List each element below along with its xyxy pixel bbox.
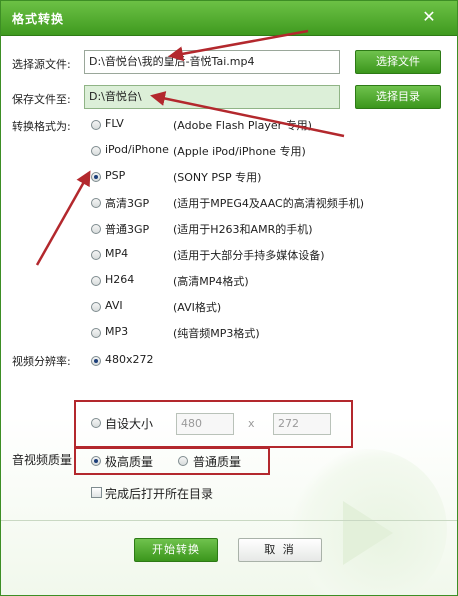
quality-high-label: 极高质量 — [105, 455, 154, 469]
format-name: FLV — [105, 117, 124, 130]
format-name: AVI — [105, 299, 123, 312]
footer-divider — [1, 520, 457, 521]
open-folder-label: 完成后打开所在目录 — [105, 487, 214, 501]
radio-quality-high[interactable] — [91, 456, 101, 466]
custom-size-label: 自设大小 — [105, 417, 154, 431]
choose-folder-button[interactable]: 选择目录 — [355, 85, 441, 109]
radio-psp[interactable] — [91, 172, 101, 182]
start-convert-button[interactable]: 开始转换 — [134, 538, 218, 562]
format-name: MP3 — [105, 325, 129, 338]
open-folder-checkbox[interactable] — [91, 487, 102, 498]
radio-ipod-iphone[interactable] — [91, 146, 101, 156]
radio-custom-size[interactable] — [91, 418, 101, 428]
format-desc: (AVI格式) — [173, 301, 222, 314]
format-name: 高清3GP — [105, 197, 150, 210]
format-desc: (适用于MPEG4及AAC的高清视频手机) — [173, 197, 365, 210]
save-path-input[interactable]: D:\音悦台\ — [84, 85, 340, 109]
format-desc: (SONY PSP 专用) — [173, 171, 262, 184]
watermark-play-icon — [343, 501, 393, 565]
radio-h264[interactable] — [91, 276, 101, 286]
quality-normal-label: 普通质量 — [193, 455, 242, 469]
radio-normal-3gp[interactable] — [91, 224, 101, 234]
radio-avi[interactable] — [91, 302, 101, 312]
resolution-preset-label: 480x272 — [105, 353, 154, 366]
choose-file-button[interactable]: 选择文件 — [355, 50, 441, 74]
source-file-label: 选择源文件: — [12, 58, 71, 71]
format-desc: (Adobe Flash Player 专用) — [173, 119, 312, 132]
format-name: 普通3GP — [105, 223, 150, 236]
radio-hd-3gp[interactable] — [91, 198, 101, 208]
custom-width-input[interactable]: 480 — [176, 413, 234, 435]
size-separator: x — [248, 417, 255, 430]
arrow-to-psp-option — [35, 170, 91, 266]
custom-height-input[interactable]: 272 — [273, 413, 331, 435]
radio-mp3[interactable] — [91, 328, 101, 338]
radio-resolution-preset[interactable] — [91, 356, 101, 366]
format-name: H264 — [105, 273, 135, 286]
format-desc: (适用于H263和AMR的手机) — [173, 223, 313, 236]
format-name: iPod/iPhone — [105, 143, 169, 156]
format-desc: (高清MP4格式) — [173, 275, 249, 288]
source-file-input[interactable]: D:\音悦台\我的皇后-音悦Tai.mp4 — [84, 50, 340, 74]
save-to-label: 保存文件至: — [12, 93, 71, 106]
radio-mp4[interactable] — [91, 250, 101, 260]
format-convert-dialog: 格式转换 ✕ 选择源文件: D:\音悦台\我的皇后-音悦Tai.mp4 选择文件… — [0, 0, 458, 596]
radio-flv[interactable] — [91, 120, 101, 130]
format-desc: (Apple iPod/iPhone 专用) — [173, 145, 306, 158]
cancel-button[interactable]: 取 消 — [238, 538, 322, 562]
quality-label: 音视频质量 — [12, 453, 73, 467]
format-desc: (纯音频MP3格式) — [173, 327, 260, 340]
title-bar[interactable]: 格式转换 ✕ — [1, 1, 457, 36]
close-icon[interactable]: ✕ — [419, 7, 439, 27]
format-name: MP4 — [105, 247, 129, 260]
format-name: PSP — [105, 169, 126, 182]
format-desc: (适用于大部分手持多媒体设备) — [173, 249, 325, 262]
window-title: 格式转换 — [12, 12, 65, 26]
radio-quality-normal[interactable] — [178, 456, 188, 466]
format-label: 转换格式为: — [12, 120, 71, 133]
resolution-label: 视频分辨率: — [12, 355, 71, 368]
